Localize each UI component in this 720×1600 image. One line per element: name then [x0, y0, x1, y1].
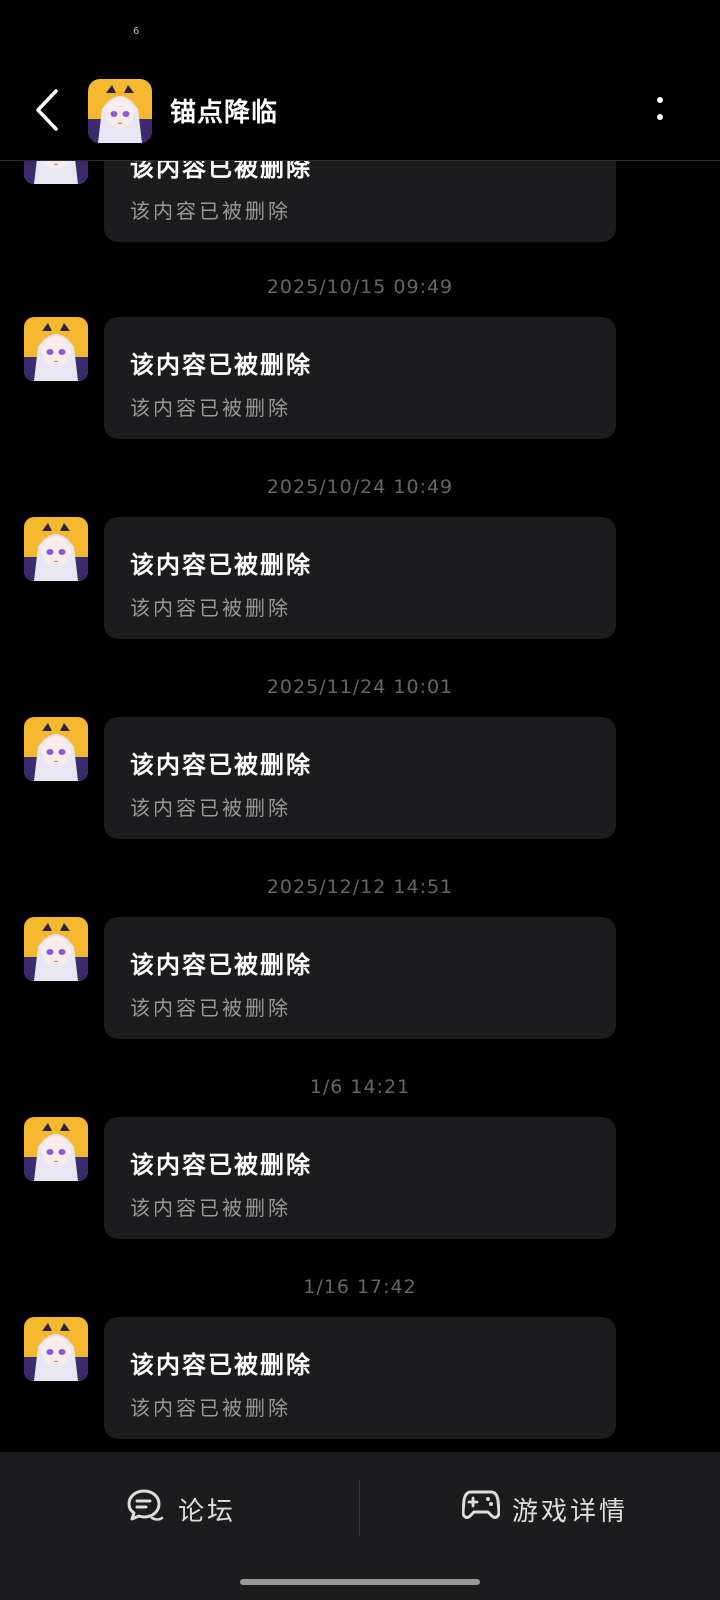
message-body: 该内容已被删除 [130, 996, 291, 1020]
header: 锚点降临 [0, 60, 720, 161]
chat-title: 锚点降临 [170, 98, 279, 128]
message-item: 该内容已被删除 该内容已被删除 [0, 1117, 720, 1239]
message-title: 该内容已被删除 [130, 551, 312, 579]
message-card[interactable]: 该内容已被删除 该内容已被删除 [104, 160, 616, 242]
message-title: 该内容已被删除 [130, 160, 312, 182]
message-card[interactable]: 该内容已被删除 该内容已被删除 [104, 1117, 616, 1239]
message-body: 该内容已被删除 [130, 596, 291, 620]
message-title: 该内容已被删除 [130, 951, 312, 979]
message-body: 该内容已被删除 [130, 199, 291, 223]
sender-avatar[interactable] [24, 1317, 88, 1381]
status-bar: 6 [0, 0, 720, 60]
message-card[interactable]: 该内容已被删除 该内容已被删除 [104, 717, 616, 839]
chat-bubble-icon [127, 1489, 164, 1521]
forum-button[interactable]: 论坛 [0, 1472, 359, 1542]
bottom-bar: 论坛 游戏详情 [0, 1452, 720, 1600]
message-timestamp: 2025/12/12 14:51 [266, 876, 454, 898]
more-options-button[interactable] [640, 88, 680, 132]
sender-avatar[interactable] [24, 160, 88, 184]
sender-avatar[interactable] [24, 717, 88, 781]
game-avatar-icon[interactable] [88, 79, 152, 143]
game-details-button[interactable]: 游戏详情 [360, 1472, 719, 1542]
message-title: 该内容已被删除 [130, 1151, 312, 1179]
message-item: 该内容已被删除 该内容已被删除 [0, 517, 720, 639]
message-item: 该内容已被删除 该内容已被删除 [0, 317, 720, 439]
game-details-label: 游戏详情 [512, 1497, 629, 1527]
message-list[interactable]: 该内容已被删除 该内容已被删除 2025/10/15 09:49 该内容已被删除… [0, 160, 720, 1452]
home-indicator[interactable] [240, 1579, 480, 1585]
gamepad-icon [462, 1490, 500, 1519]
message-timestamp: 1/16 17:42 [303, 1276, 417, 1298]
message-body: 该内容已被删除 [130, 396, 291, 420]
message-card[interactable]: 该内容已被删除 该内容已被删除 [104, 1317, 616, 1439]
message-title: 该内容已被删除 [130, 351, 312, 379]
forum-label: 论坛 [178, 1497, 237, 1527]
status-indicator: 6 [133, 26, 140, 37]
message-body: 该内容已被删除 [130, 796, 291, 820]
message-title: 该内容已被删除 [130, 1351, 312, 1379]
message-card[interactable]: 该内容已被删除 该内容已被删除 [104, 917, 616, 1039]
message-item: 该内容已被删除 该内容已被删除 [0, 917, 720, 1039]
sender-avatar[interactable] [24, 917, 88, 981]
message-item: 该内容已被删除 该内容已被删除 [0, 1317, 720, 1439]
message-timestamp: 1/6 14:21 [309, 1076, 411, 1098]
message-item: 该内容已被删除 该内容已被删除 [0, 717, 720, 839]
sender-avatar[interactable] [24, 317, 88, 381]
message-body: 该内容已被删除 [130, 1196, 291, 1220]
message-timestamp: 2025/11/24 10:01 [266, 676, 454, 698]
message-card[interactable]: 该内容已被删除 该内容已被删除 [104, 317, 616, 439]
message-item: 该内容已被删除 该内容已被删除 [0, 160, 720, 242]
message-timestamp: 2025/10/24 10:49 [266, 476, 454, 498]
message-body: 该内容已被删除 [130, 1396, 291, 1420]
back-button[interactable] [28, 85, 68, 135]
message-title: 该内容已被删除 [130, 751, 312, 779]
message-card[interactable]: 该内容已被删除 该内容已被删除 [104, 517, 616, 639]
sender-avatar[interactable] [24, 1117, 88, 1181]
chevron-left-icon [36, 89, 58, 131]
sender-avatar[interactable] [24, 517, 88, 581]
message-timestamp: 2025/10/15 09:49 [266, 276, 454, 298]
